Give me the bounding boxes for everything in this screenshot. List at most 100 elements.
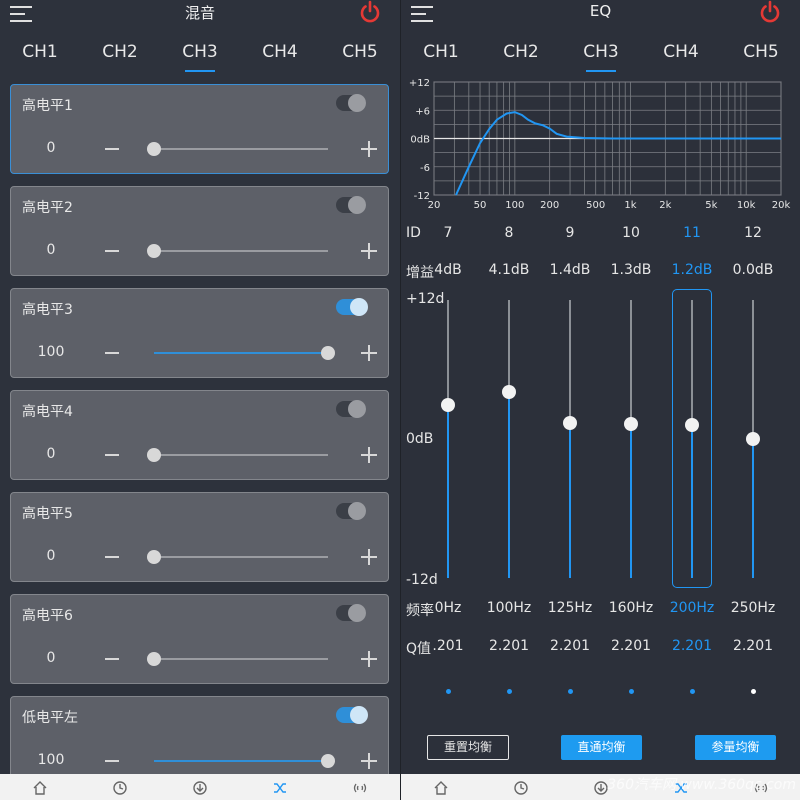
plus-icon[interactable] xyxy=(361,345,377,361)
band-slider-thumb[interactable] xyxy=(746,432,760,446)
plus-icon[interactable] xyxy=(361,549,377,565)
reset-eq-button[interactable]: 重置均衡 xyxy=(427,735,509,760)
parametric-eq-button[interactable]: 参量均衡 xyxy=(695,735,776,760)
band-id: 11 xyxy=(683,225,701,241)
eq-topbar: EQ xyxy=(401,0,800,30)
mixer-toggle[interactable] xyxy=(336,706,368,724)
mixer-slider[interactable] xyxy=(154,346,335,360)
bypass-eq-button[interactable]: 直通均衡 xyxy=(561,735,642,760)
band-q: 2.201 xyxy=(549,638,591,654)
tab-ch2[interactable]: CH2 xyxy=(491,42,551,62)
x-tick-label: 2k xyxy=(659,200,671,211)
x-tick-label: 1k xyxy=(624,200,636,211)
band-indicator-dot xyxy=(568,689,573,694)
band-freq: 3 xyxy=(784,600,800,616)
power-icon[interactable] xyxy=(358,0,382,24)
mixer-value: 0 xyxy=(46,242,56,258)
home-icon[interactable] xyxy=(433,780,449,796)
minus-icon[interactable] xyxy=(105,148,119,150)
clock-icon[interactable] xyxy=(513,780,529,796)
gain-max-label: +12d xyxy=(406,291,445,307)
band-gain: 0.0dB xyxy=(732,262,774,278)
plus-icon[interactable] xyxy=(361,243,377,259)
y-tick-label: -6 xyxy=(420,163,430,174)
band-freq: 0Hz xyxy=(434,600,462,616)
band-slider-fill xyxy=(508,391,510,578)
app-root: 混音 CH1 CH2 CH3 CH4 CH5 高电平1 0 高电平2 0 高电平3 100 高电平4… xyxy=(0,0,800,800)
x-tick-label: 5k xyxy=(705,200,717,211)
x-tick-label: 20k xyxy=(772,200,791,211)
mixer-card: 高电平6 0 xyxy=(10,594,389,684)
x-tick-label: 200 xyxy=(540,200,559,211)
slider-thumb[interactable] xyxy=(147,550,161,564)
band-slider-thumb[interactable] xyxy=(502,384,516,399)
slider-thumb[interactable] xyxy=(147,448,161,462)
tab-ch3[interactable]: CH3 xyxy=(571,42,631,72)
mixer-slider[interactable] xyxy=(147,550,328,564)
slider-thumb[interactable] xyxy=(321,754,335,768)
tab-ch5[interactable]: CH5 xyxy=(731,42,791,62)
mixer-slider[interactable] xyxy=(147,142,328,156)
mixer-card: 高电平2 0 xyxy=(10,186,389,276)
gain-zero-label: 0dB xyxy=(406,431,434,447)
band-slider-thumb[interactable] xyxy=(563,415,577,430)
wireless-icon[interactable] xyxy=(352,780,368,796)
slider-thumb[interactable] xyxy=(147,142,161,156)
mixer-slider[interactable] xyxy=(147,652,328,666)
tab-label: CH1 xyxy=(423,42,459,62)
band-freq: 100Hz xyxy=(486,600,532,616)
band-id: 10 xyxy=(622,225,640,241)
minus-icon[interactable] xyxy=(105,454,119,456)
tab-ch4[interactable]: CH4 xyxy=(250,42,310,62)
mixer-toggle[interactable] xyxy=(336,298,368,316)
tab-ch4[interactable]: CH4 xyxy=(651,42,711,62)
mixer-toggle[interactable] xyxy=(336,196,366,214)
y-tick-label: +6 xyxy=(415,106,430,117)
mixer-card: 高电平4 0 xyxy=(10,390,389,480)
slider-thumb[interactable] xyxy=(321,346,335,360)
band-slider-thumb[interactable] xyxy=(441,398,455,413)
mixer-slider[interactable] xyxy=(147,448,328,462)
home-icon[interactable] xyxy=(32,780,48,796)
active-tab-indicator xyxy=(586,70,616,72)
mixer-toggle[interactable] xyxy=(336,400,366,418)
clock-icon[interactable] xyxy=(112,780,128,796)
minus-icon[interactable] xyxy=(105,658,119,660)
power-icon[interactable] xyxy=(758,0,782,24)
band-freq: 250Hz xyxy=(730,600,776,616)
band-gain: 4dB xyxy=(434,262,462,278)
mixer-toggle[interactable] xyxy=(336,94,366,112)
band-indicator-dot xyxy=(690,689,695,694)
plus-icon[interactable] xyxy=(361,753,377,769)
channel-tabs: CH1 CH2 CH3 CH4 CH5 xyxy=(0,42,400,76)
tab-ch3[interactable]: CH3 xyxy=(170,42,230,72)
shuffle-icon[interactable] xyxy=(272,780,288,796)
eq-panel: EQ CH1 CH2 CH3 CH4 CH5 +12 +6 0dB -6 -12 20 50 100 2… xyxy=(400,0,800,800)
tab-ch1[interactable]: CH1 xyxy=(10,42,70,62)
download-icon[interactable] xyxy=(192,780,208,796)
tab-label: CH5 xyxy=(743,42,779,62)
minus-icon[interactable] xyxy=(105,250,119,252)
slider-thumb[interactable] xyxy=(147,244,161,258)
tab-ch5[interactable]: CH5 xyxy=(330,42,390,62)
minus-icon[interactable] xyxy=(105,352,119,354)
mixer-slider[interactable] xyxy=(154,754,335,768)
minus-icon[interactable] xyxy=(105,556,119,558)
slider-thumb[interactable] xyxy=(147,652,161,666)
band-gain: 0 xyxy=(784,262,800,278)
plus-icon[interactable] xyxy=(361,447,377,463)
plus-icon[interactable] xyxy=(361,141,377,157)
mixer-value: 0 xyxy=(46,650,56,666)
plus-icon[interactable] xyxy=(361,651,377,667)
tab-label: CH4 xyxy=(663,42,699,62)
minus-icon[interactable] xyxy=(105,760,119,762)
mixer-slider[interactable] xyxy=(147,244,328,258)
mixer-toggle[interactable] xyxy=(336,604,366,622)
tab-ch2[interactable]: CH2 xyxy=(90,42,150,62)
tab-ch1[interactable]: CH1 xyxy=(411,42,471,62)
mixer-toggle[interactable] xyxy=(336,502,366,520)
bottom-nav xyxy=(0,774,400,800)
band-slider-thumb[interactable] xyxy=(624,416,638,431)
mixer-card: 低电平左 100 xyxy=(10,696,389,786)
mixer-value: 0 xyxy=(46,140,56,156)
